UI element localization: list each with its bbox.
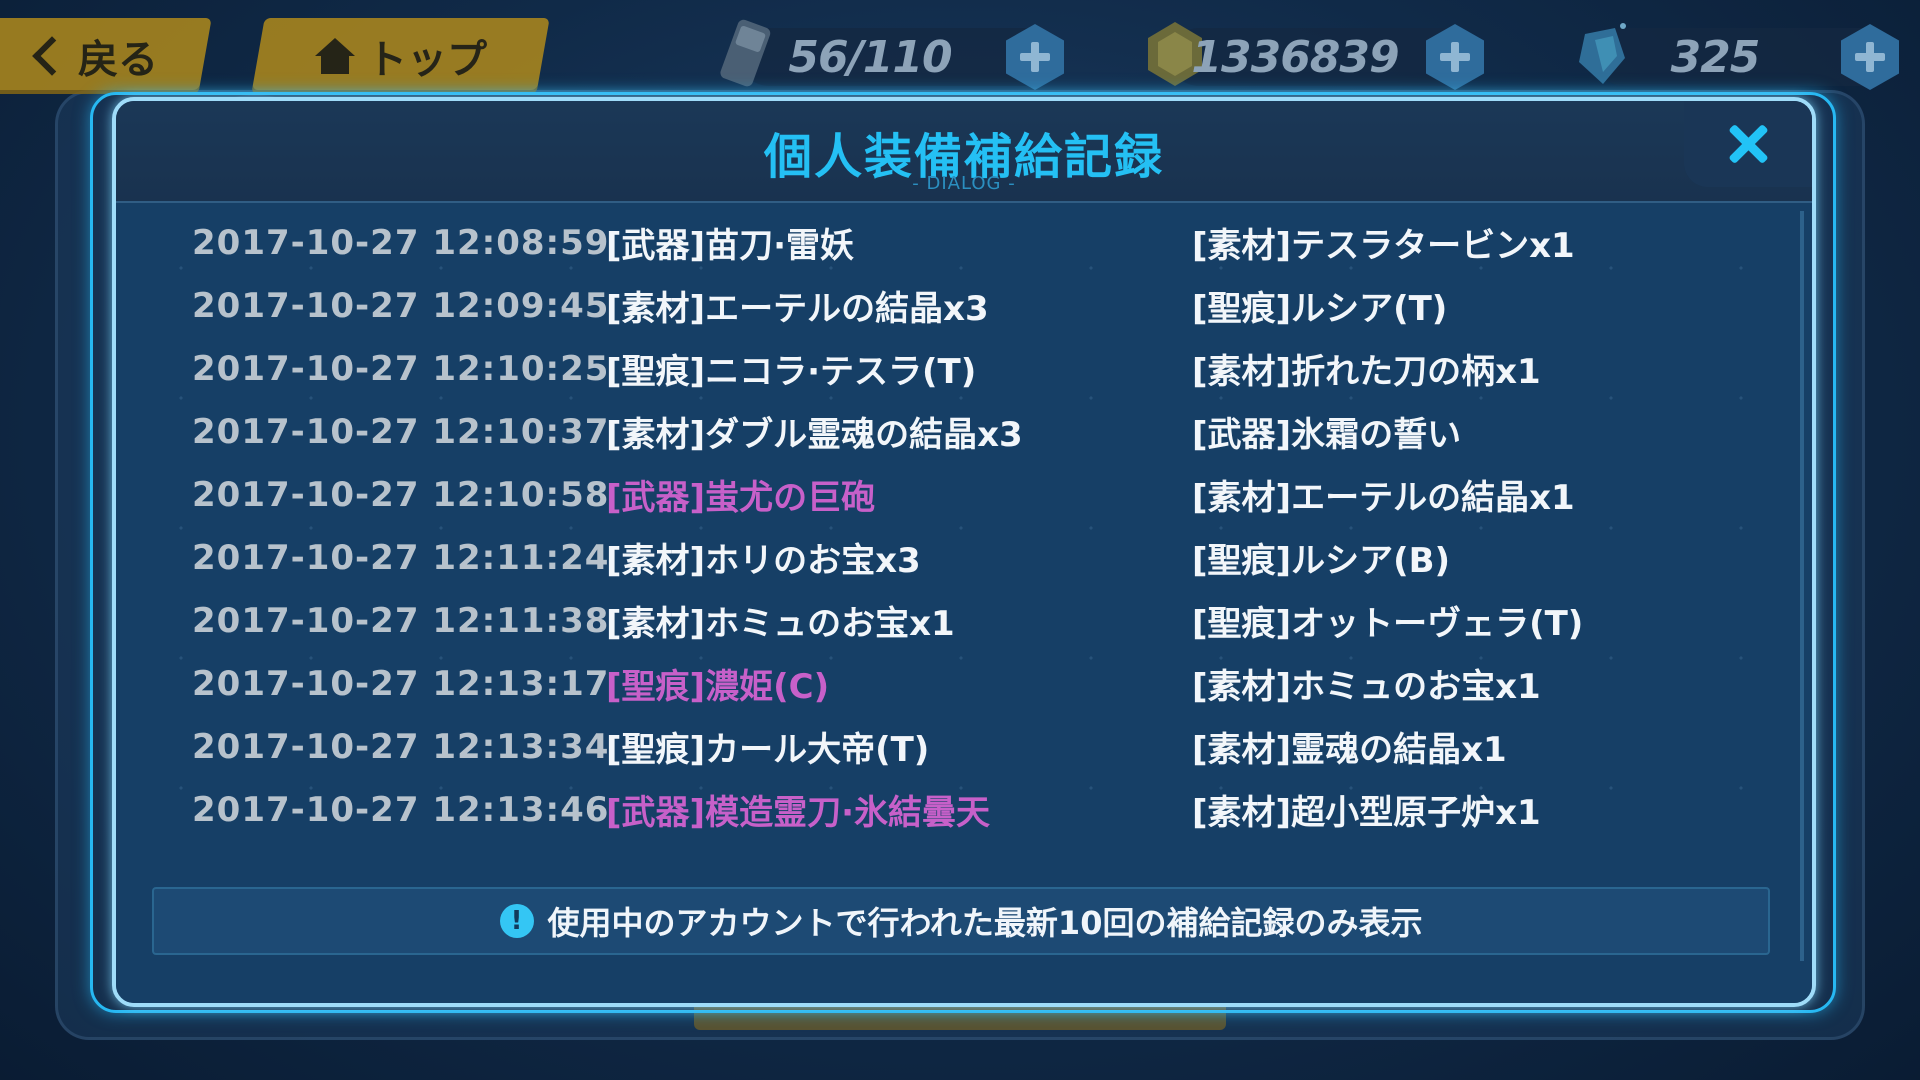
close-button[interactable] bbox=[1684, 101, 1812, 187]
record-item-secondary: [素材]霊魂の結晶x1 bbox=[1192, 730, 1507, 770]
back-button[interactable]: 戻る bbox=[0, 18, 212, 94]
record-item-primary: [聖痕]カール大帝(T) bbox=[606, 730, 930, 770]
record-row: 2017-10-27 12:10:25 [聖痕]ニコラ·テスラ(T) [素材]折れた… bbox=[192, 337, 1752, 400]
crystal-value: 325 bbox=[1670, 31, 1761, 83]
record-row: 2017-10-27 12:13:17 [聖痕]濃姫(C) [素材]ホミュのお宝x1 bbox=[192, 652, 1752, 715]
record-time: 2017-10-27 12:11:38 bbox=[192, 600, 610, 641]
record-row: 2017-10-27 12:08:59 [武器]苗刀·雷妖 [素材]テスラタービンx… bbox=[192, 211, 1752, 274]
record-item-secondary: [聖痕]オットーヴェラ(T) bbox=[1192, 604, 1584, 644]
record-item-secondary: [聖痕]ルシア(B) bbox=[1192, 541, 1451, 581]
record-item-primary: [素材]エーテルの結晶x3 bbox=[606, 289, 989, 329]
coin-value: 1336839 bbox=[1191, 31, 1399, 83]
record-row: 2017-10-27 12:10:58 [武器]蚩尤の巨砲 [素材]エーテルの結晶x… bbox=[192, 463, 1752, 526]
notice-bar: ! 使用中のアカウントで行われた最新10回の補給記録のみ表示 bbox=[152, 887, 1770, 955]
record-time: 2017-10-27 12:10:58 bbox=[192, 474, 610, 515]
record-item-secondary: [武器]氷霜の誓い bbox=[1192, 415, 1462, 455]
record-item-primary: [聖痕]濃姫(C) bbox=[606, 667, 830, 707]
dialog-header: 個人装備補給記録 - DIALOG - bbox=[116, 101, 1812, 203]
close-icon bbox=[1728, 124, 1768, 164]
record-time: 2017-10-27 12:13:34 bbox=[192, 726, 610, 767]
record-item-primary: [武器]蚩尤の巨砲 bbox=[606, 478, 876, 518]
record-item-primary: [武器]苗刀·雷妖 bbox=[606, 226, 854, 266]
record-time: 2017-10-27 12:13:46 bbox=[192, 789, 610, 830]
record-row: 2017-10-27 12:10:37 [素材]ダブル霊魂の結晶x3 [武器]氷霜の… bbox=[192, 400, 1752, 463]
add-crystals-button[interactable] bbox=[1841, 24, 1899, 90]
record-time: 2017-10-27 12:11:24 bbox=[192, 537, 610, 578]
dialog-subtitle: - DIALOG - bbox=[912, 173, 1016, 194]
record-time: 2017-10-27 12:10:25 bbox=[192, 348, 610, 389]
record-item-primary: [武器]模造霊刀·氷結曇天 bbox=[606, 793, 990, 833]
record-item-secondary: [聖痕]ルシア(T) bbox=[1192, 289, 1448, 329]
record-row: 2017-10-27 12:11:24 [素材]ホリのお宝x3 [聖痕]ルシア(B) bbox=[192, 526, 1752, 589]
supply-record-dialog: 個人装備補給記録 - DIALOG - 2017-10-27 12:08:59[… bbox=[112, 97, 1816, 1007]
record-time: 2017-10-27 12:13:17 bbox=[192, 663, 610, 704]
record-row: 2017-10-27 12:11:38 [素材]ホミュのお宝x1 [聖痕]オットーヴ… bbox=[192, 589, 1752, 652]
record-item-secondary: [素材]折れた刀の柄x1 bbox=[1192, 352, 1541, 392]
info-icon: ! bbox=[499, 904, 534, 938]
record-item-secondary: [素材]テスラタービンx1 bbox=[1192, 226, 1575, 266]
stamina-value: 56/110 bbox=[788, 31, 952, 83]
record-item-secondary: [素材]超小型原子炉x1 bbox=[1192, 793, 1541, 833]
record-time: 2017-10-27 12:08:59 bbox=[192, 222, 610, 263]
home-button-label: トップ bbox=[366, 37, 487, 83]
stamina-counter: 56/110 bbox=[720, 19, 1064, 90]
record-item-primary: [素材]ホリのお宝x3 bbox=[606, 541, 921, 581]
home-button[interactable]: トップ bbox=[251, 18, 550, 94]
record-row: 2017-10-27 12:13:46 [武器]模造霊刀·氷結曇天 [素材]超小型原… bbox=[192, 778, 1752, 841]
record-item-secondary: [素材]エーテルの結晶x1 bbox=[1192, 478, 1575, 518]
notice-text: 使用中のアカウントで行われた最新10回の補給記録のみ表示 bbox=[547, 904, 1423, 942]
record-item-primary: [素材]ダブル霊魂の結晶x3 bbox=[606, 415, 1023, 455]
record-row: 2017-10-27 12:09:45 [素材]エーテルの結晶x3 [聖痕]ルシア(… bbox=[192, 274, 1752, 337]
record-time: 2017-10-27 12:10:37 bbox=[192, 411, 610, 452]
crystal-counter: 325 bbox=[1579, 23, 1899, 90]
record-item-secondary: [素材]ホミュのお宝x1 bbox=[1192, 667, 1541, 707]
back-button-label: 戻る bbox=[77, 37, 158, 83]
record-item-primary: [素材]ホミュのお宝x1 bbox=[606, 604, 955, 644]
record-row: 2017-10-27 12:13:34 [聖痕]カール大帝(T) [素材]霊魂の結晶… bbox=[192, 715, 1752, 778]
record-item-primary: [聖痕]ニコラ·テスラ(T) bbox=[606, 352, 977, 392]
record-time: 2017-10-27 12:09:45 bbox=[192, 285, 610, 326]
add-coins-button[interactable] bbox=[1426, 24, 1484, 90]
home-icon bbox=[314, 38, 355, 74]
chevron-left-icon bbox=[31, 36, 72, 76]
record-list: 2017-10-27 12:08:59 [武器]苗刀·雷妖 [素材]テスラタービンx… bbox=[192, 211, 1752, 841]
coin-counter: 1336839 bbox=[1148, 22, 1484, 90]
scrollbar-track[interactable] bbox=[1800, 211, 1804, 961]
add-stamina-button[interactable] bbox=[1006, 24, 1064, 90]
